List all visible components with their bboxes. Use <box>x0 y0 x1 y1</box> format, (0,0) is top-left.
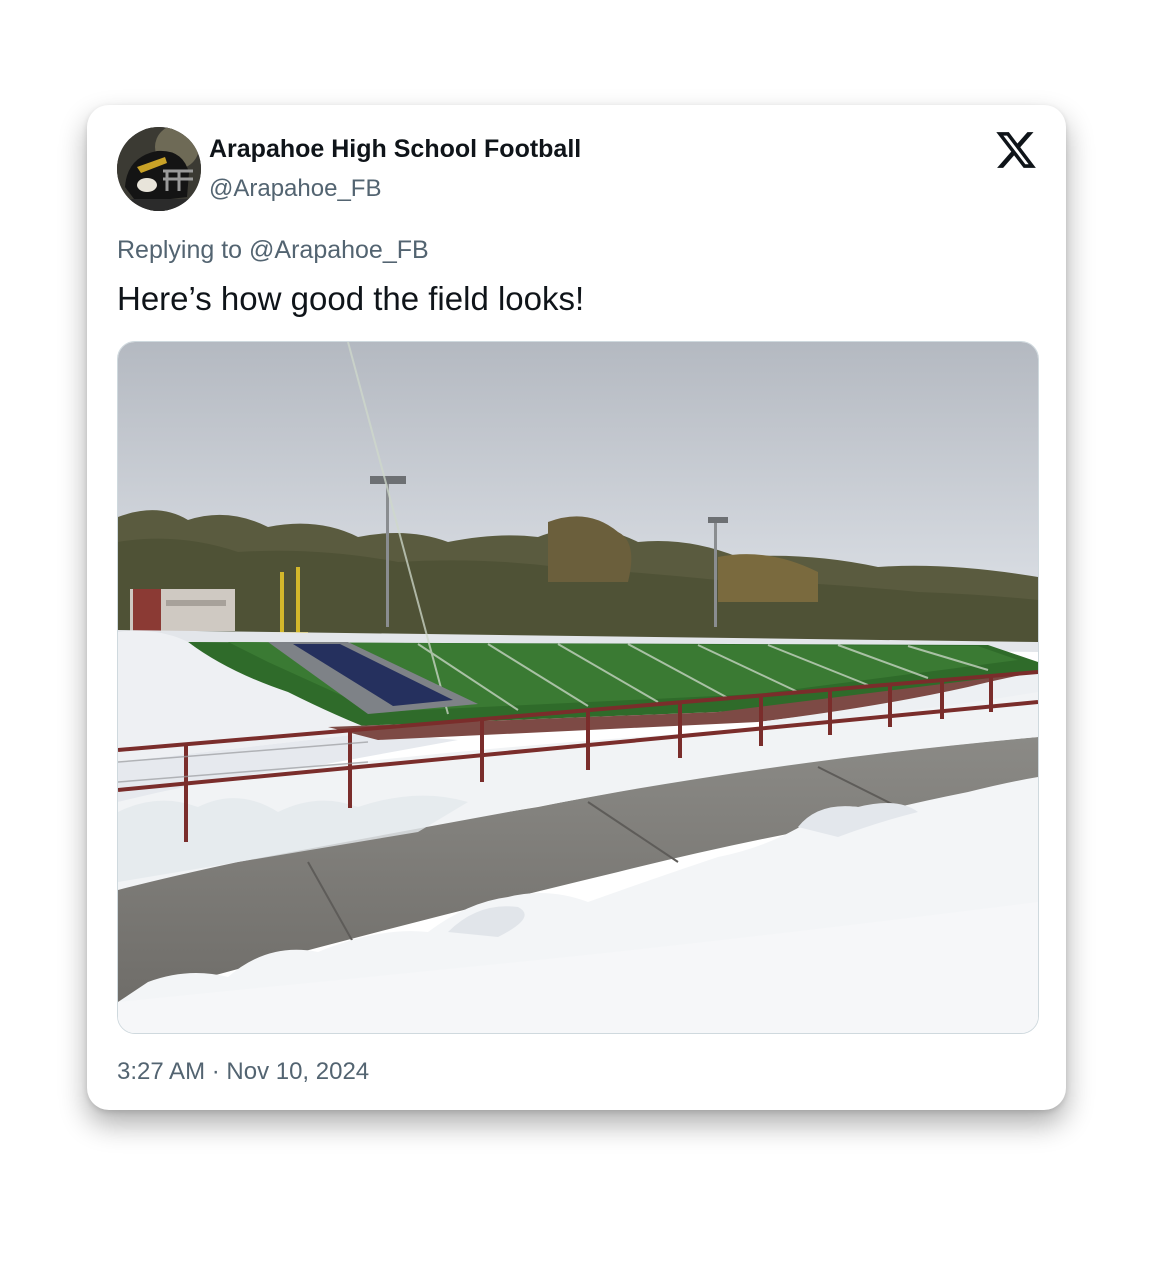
football-helmet-icon <box>117 127 201 211</box>
reply-prefix: Replying to <box>117 236 243 264</box>
author-name[interactable]: Arapahoe High School Football <box>209 135 581 164</box>
tweet-photo[interactable] <box>117 341 1039 1034</box>
author-handle[interactable]: @Arapahoe_FB <box>209 175 381 203</box>
tweet-text: Here’s how good the field looks! <box>117 280 585 317</box>
tweet-card: Arapahoe High School Football @Arapahoe_… <box>87 105 1066 1110</box>
tweet-timestamp[interactable]: 3:27 AM · Nov 10, 2024 <box>117 1058 369 1086</box>
reply-context: Replying to @Arapahoe_FB <box>117 236 429 265</box>
snowy-football-field-photo <box>118 342 1038 1033</box>
x-logo-icon[interactable] <box>994 128 1038 172</box>
avatar[interactable] <box>117 127 201 211</box>
reply-handle-link[interactable]: @Arapahoe_FB <box>249 236 429 264</box>
